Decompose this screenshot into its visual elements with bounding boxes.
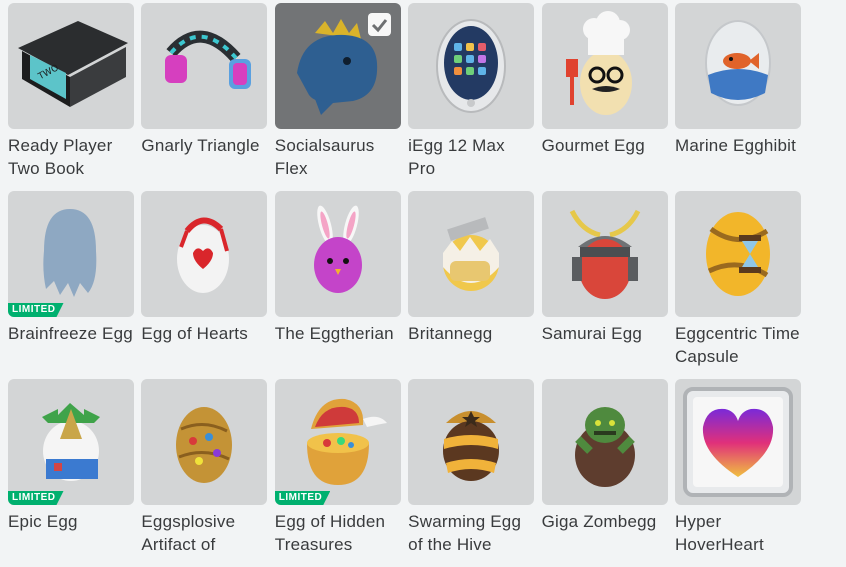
item-card-the-eggtherian[interactable]: The Eggtherian bbox=[274, 191, 401, 379]
item-card-marine-egghibit[interactable]: Marine Egghibit bbox=[674, 3, 801, 191]
item-name[interactable]: Giga Zombegg bbox=[542, 510, 668, 533]
item-card-gnarly-triangle[interactable]: Gnarly Triangle bbox=[141, 3, 268, 191]
limited-badge: LIMITED bbox=[8, 491, 64, 505]
item-grid: TWO Ready Player Two Book Gnarly Triangl… bbox=[8, 3, 801, 567]
item-card-swarming-egg-of-the-hive[interactable]: Swarming Egg of the Hive bbox=[408, 379, 535, 567]
samurai-egg-icon bbox=[569, 209, 640, 299]
item-card-socialsaurus-flex[interactable]: Socialsaurus Flex bbox=[274, 3, 401, 191]
item-thumbnail[interactable] bbox=[141, 3, 268, 129]
island-egg-icon bbox=[42, 403, 100, 481]
headphones-icon bbox=[165, 30, 252, 89]
item-thumbnail[interactable]: LIMITED bbox=[274, 379, 401, 505]
artifact-egg-icon bbox=[176, 407, 233, 483]
item-name[interactable]: Marine Egghibit bbox=[675, 134, 801, 157]
heart-frame-icon bbox=[682, 387, 793, 497]
item-thumbnail[interactable] bbox=[408, 379, 535, 505]
item-name[interactable]: Egg of Hidden Treasures bbox=[275, 510, 401, 556]
item-card-samurai-egg[interactable]: Samurai Egg bbox=[541, 191, 668, 379]
item-name[interactable]: iEgg 12 Max Pro bbox=[408, 134, 534, 180]
limited-badge: LIMITED bbox=[8, 303, 64, 317]
zombie-egg-icon bbox=[574, 407, 635, 487]
item-card-brainfreeze-egg[interactable]: LIMITED Brainfreeze Egg bbox=[8, 191, 134, 379]
item-name[interactable]: Egg of Hearts bbox=[141, 322, 267, 345]
item-card-eggsplosive-artifact-of[interactable]: Eggsplosive Artifact of bbox=[141, 379, 268, 567]
item-name[interactable]: Eggsplosive Artifact of bbox=[141, 510, 267, 556]
item-thumbnail[interactable] bbox=[674, 3, 801, 129]
item-name[interactable]: Britannegg bbox=[408, 322, 534, 345]
item-name[interactable]: Gourmet Egg bbox=[542, 134, 668, 157]
item-thumbnail[interactable]: LIMITED bbox=[8, 379, 134, 505]
item-card-gourmet-egg[interactable]: Gourmet Egg bbox=[541, 3, 668, 191]
bunny-egg-icon bbox=[313, 205, 362, 293]
item-name[interactable]: Epic Egg bbox=[8, 510, 134, 533]
chef-egg-icon bbox=[565, 11, 632, 115]
item-thumbnail[interactable] bbox=[674, 379, 801, 505]
hive-egg-icon bbox=[443, 411, 500, 481]
item-thumbnail[interactable] bbox=[408, 191, 535, 317]
frozen-egg-icon bbox=[43, 209, 97, 297]
aquarium-egg-icon bbox=[704, 20, 771, 106]
item-name[interactable]: Swarming Egg of the Hive bbox=[408, 510, 534, 556]
item-name[interactable]: Samurai Egg bbox=[542, 322, 668, 345]
item-card-ready-player-two-book[interactable]: TWO Ready Player Two Book bbox=[8, 3, 134, 191]
phone-egg-icon bbox=[436, 19, 507, 113]
item-thumbnail[interactable] bbox=[541, 379, 668, 505]
item-card-giga-zombegg[interactable]: Giga Zombegg bbox=[541, 379, 668, 567]
treasure-egg-icon bbox=[306, 398, 387, 485]
item-name[interactable]: The Eggtherian bbox=[275, 322, 401, 345]
item-thumbnail[interactable] bbox=[274, 3, 401, 129]
limited-badge: LIMITED bbox=[275, 491, 331, 505]
item-card-egg-of-hearts[interactable]: Egg of Hearts bbox=[141, 191, 268, 379]
item-name[interactable]: Ready Player Two Book bbox=[8, 134, 134, 180]
item-card-britannegg[interactable]: Britannegg bbox=[408, 191, 535, 379]
item-card-epic-egg[interactable]: LIMITED Epic Egg bbox=[8, 379, 134, 567]
item-thumbnail[interactable] bbox=[274, 191, 401, 317]
item-name[interactable]: Eggcentric Time Capsule bbox=[675, 322, 801, 368]
item-thumbnail[interactable]: LIMITED bbox=[8, 191, 134, 317]
item-card-hyper-hoverheart[interactable]: Hyper HoverHeart bbox=[674, 379, 801, 567]
item-thumbnail[interactable] bbox=[541, 3, 668, 129]
item-thumbnail[interactable] bbox=[674, 191, 801, 317]
item-card-iegg-12-max-pro[interactable]: iEgg 12 Max Pro bbox=[408, 3, 535, 191]
book-icon: TWO bbox=[18, 21, 128, 107]
selected-check-icon[interactable] bbox=[367, 13, 391, 36]
hearts-egg-icon bbox=[177, 217, 230, 293]
item-card-eggcentric-time-capsule[interactable]: Eggcentric Time Capsule bbox=[674, 191, 801, 379]
item-name[interactable]: Gnarly Triangle bbox=[141, 134, 267, 157]
item-name[interactable]: Brainfreeze Egg bbox=[8, 322, 134, 345]
item-name[interactable]: Hyper HoverHeart bbox=[675, 510, 801, 556]
item-thumbnail[interactable] bbox=[141, 379, 268, 505]
item-thumbnail[interactable]: TWO bbox=[8, 3, 134, 129]
item-thumbnail[interactable] bbox=[408, 3, 535, 129]
item-name[interactable]: Socialsaurus Flex bbox=[275, 134, 401, 180]
item-card-egg-of-hidden-treasures[interactable]: LIMITED Egg of Hidden Treasures bbox=[274, 379, 401, 567]
hourglass-egg-icon bbox=[705, 212, 770, 296]
item-thumbnail[interactable] bbox=[541, 191, 668, 317]
cracked-egg-icon bbox=[443, 217, 500, 291]
item-thumbnail[interactable] bbox=[141, 191, 268, 317]
